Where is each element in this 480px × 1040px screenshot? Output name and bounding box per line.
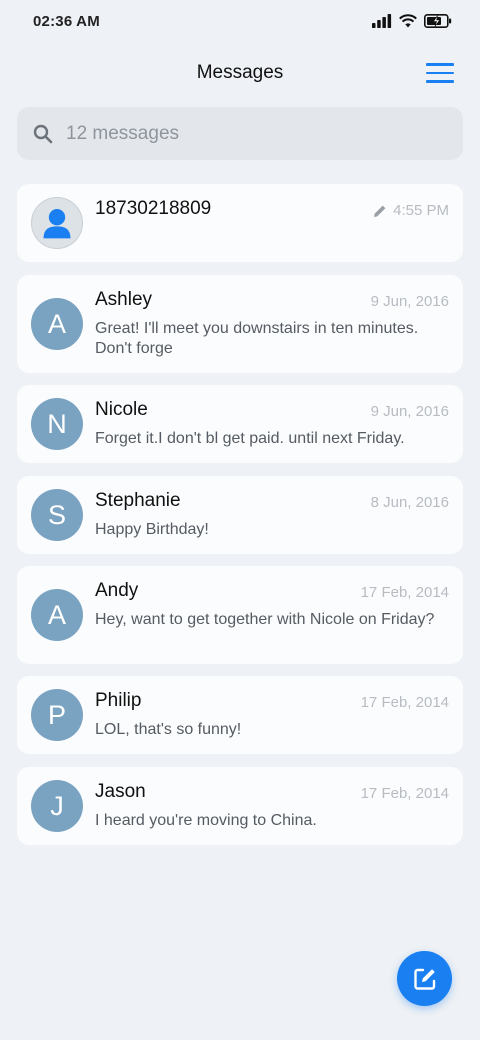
avatar [31,197,83,249]
timestamp: 17 Feb, 2014 [360,785,449,802]
conversation-item[interactable]: 18730218809 4:55 PM [17,184,463,262]
timestamp: 9 Jun, 2016 [370,403,449,420]
pencil-icon [374,205,386,217]
message-preview: Happy Birthday! [95,521,209,538]
avatar: A [31,298,83,350]
search-icon [33,124,53,143]
default-person-icon [43,209,71,239]
search-bar[interactable] [17,107,463,160]
avatar: S [31,489,83,541]
page-title: Messages [196,62,284,83]
message-preview: I heard you're moving to China. [95,812,317,829]
message-preview: Great! I'll meet you downstairs in ten m… [95,320,419,357]
timestamp: 4:55 PM [393,202,449,219]
avatar: N [31,398,83,450]
status-time: 02:36 AM [33,13,100,30]
message-preview: Forget it.I don't bl get paid. until nex… [95,430,405,447]
contact-name: Nicole [95,399,148,420]
search-input[interactable] [66,122,426,145]
contact-name: Philip [95,690,142,711]
status-icons [372,13,452,29]
contact-name: Ashley [95,289,153,310]
conversation-item[interactable]: S Stephanie 8 Jun, 2016 Happy Birthday! [17,476,463,554]
contact-name: Stephanie [95,490,181,511]
conversation-item[interactable]: A Andy 17 Feb, 2014 Hey, want to get tog… [17,566,463,664]
message-preview: LOL, that's so funny! [95,721,242,738]
contact-name: 18730218809 [95,198,212,219]
hamburger-menu-icon [426,63,454,66]
avatar: A [31,589,83,641]
battery-charging-icon [424,14,452,28]
signal-icon [372,14,392,28]
timestamp: 8 Jun, 2016 [370,494,449,511]
compose-button[interactable] [397,951,452,1006]
contact-name: Jason [95,781,146,802]
timestamp: 17 Feb, 2014 [360,584,449,601]
status-bar: 02:36 AM [0,0,480,44]
timestamp: 17 Feb, 2014 [360,694,449,711]
header: Messages [0,44,480,102]
wifi-icon [399,14,417,28]
conversation-item[interactable]: J Jason 17 Feb, 2014 I heard you're movi… [17,767,463,845]
avatar: P [31,689,83,741]
contact-name: Andy [95,580,139,601]
timestamp: 9 Jun, 2016 [370,293,449,310]
message-preview: Hey, want to get together with Nicole on… [95,611,435,628]
conversation-item[interactable]: A Ashley 9 Jun, 2016 Great! I'll meet yo… [17,275,463,373]
avatar: J [31,780,83,832]
conversation-item[interactable]: P Philip 17 Feb, 2014 LOL, that's so fun… [17,676,463,754]
timestamp-group: 4:55 PM [373,202,449,219]
compose-icon [413,968,435,990]
menu-button[interactable] [426,60,458,86]
conversation-item[interactable]: N Nicole 9 Jun, 2016 Forget it.I don't b… [17,385,463,463]
